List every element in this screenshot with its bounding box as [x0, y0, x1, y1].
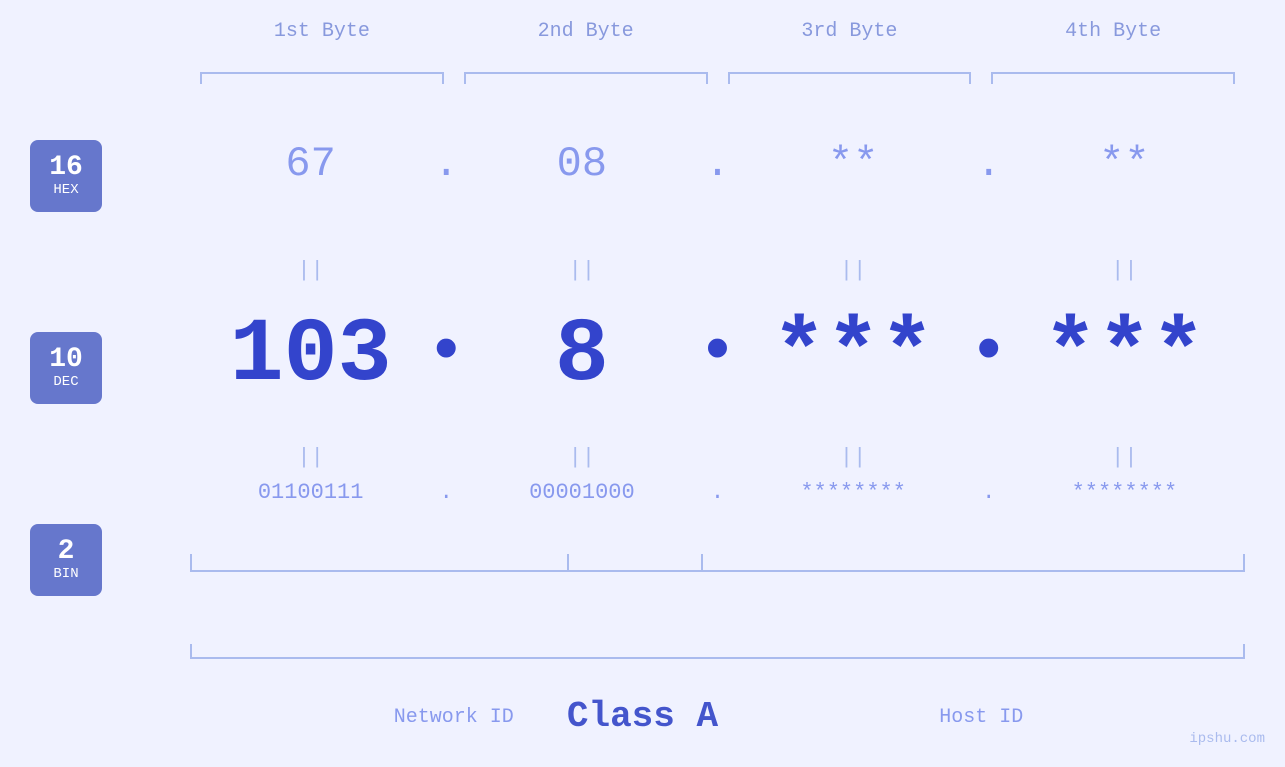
dec-dot-3: • [974, 319, 1004, 394]
bin-dot-3: . [974, 480, 1004, 505]
bracket-b3 [728, 72, 972, 74]
dec-badge-label: DEC [53, 374, 78, 390]
eq2-s1 [431, 445, 461, 470]
bin-badge-label: BIN [53, 566, 78, 582]
bin-val-1: 01100111 [258, 480, 364, 505]
eq1-c4: || [1004, 258, 1245, 283]
hex-cell-2: 08 [461, 140, 702, 188]
eq1-c2: || [461, 258, 702, 283]
dec-cell-3: *** [733, 305, 974, 407]
bracket-b2 [464, 72, 708, 74]
main-container: 1st Byte 2nd Byte 3rd Byte 4th Byte 16 H… [0, 0, 1285, 767]
eq2-s3 [974, 445, 1004, 470]
hex-badge: 16 HEX [30, 140, 102, 212]
eq2-s2 [703, 445, 733, 470]
eq1-s2 [703, 258, 733, 283]
equals-row-1: || || || || [190, 258, 1245, 283]
dec-cell-1: 103 [190, 305, 431, 407]
byte-header-2: 2nd Byte [454, 20, 718, 43]
bin-val-4: ******** [1072, 480, 1178, 505]
eq1-c1: || [190, 258, 431, 283]
bin-val-2: 00001000 [529, 480, 635, 505]
dec-val-2: 8 [555, 305, 609, 407]
hex-cell-4: ** [1004, 140, 1245, 188]
hex-dot-3: . [974, 140, 1004, 188]
hex-badge-number: 16 [49, 154, 83, 182]
eq1-s1 [431, 258, 461, 283]
dec-val-3: *** [772, 305, 934, 407]
byte-header-3: 3rd Byte [718, 20, 982, 43]
eq1-s3 [974, 258, 1004, 283]
bin-badge-number: 2 [58, 538, 75, 566]
byte-header-1: 1st Byte [190, 20, 454, 43]
dec-cell-2: 8 [461, 305, 702, 407]
hex-cell-1: 67 [190, 140, 431, 188]
eq2-c4: || [1004, 445, 1245, 470]
grid-area: 67 . 08 . ** . ** || || [190, 90, 1245, 687]
bracket-b4 [991, 72, 1235, 74]
byte-header-4: 4th Byte [981, 20, 1245, 43]
equals-row-2: || || || || [190, 445, 1245, 470]
bin-val-3: ******** [800, 480, 906, 505]
bottom-bracket-area [190, 552, 1245, 572]
dec-badge-number: 10 [49, 346, 83, 374]
dec-val-1: 103 [230, 305, 392, 407]
bin-cell-2: 00001000 [461, 480, 702, 505]
host-id-bracket [567, 554, 1245, 572]
hex-val-3: ** [828, 140, 878, 188]
bin-cell-4: ******** [1004, 480, 1245, 505]
eq2-c1: || [190, 445, 431, 470]
bin-dot-2: . [703, 480, 733, 505]
dec-val-4: *** [1043, 305, 1205, 407]
eq2-c3: || [733, 445, 974, 470]
bin-row: 01100111 . 00001000 . ******** . *******… [190, 480, 1245, 505]
bin-cell-3: ******** [733, 480, 974, 505]
byte-headers-row: 1st Byte 2nd Byte 3rd Byte 4th Byte [190, 20, 1245, 43]
dec-badge: 10 DEC [30, 332, 102, 404]
top-brackets [190, 72, 1245, 74]
bracket-b1 [200, 72, 444, 74]
hex-val-1: 67 [285, 140, 335, 188]
bin-cell-1: 01100111 [190, 480, 431, 505]
hex-dot-1: . [431, 140, 461, 188]
main-bottom-bracket [190, 657, 1245, 659]
dec-dot-2: • [703, 319, 733, 394]
dec-row: 103 • 8 • *** • *** [190, 305, 1245, 407]
eq2-c2: || [461, 445, 702, 470]
hex-val-2: 08 [557, 140, 607, 188]
eq1-c3: || [733, 258, 974, 283]
bin-dot-1: . [431, 480, 461, 505]
hex-val-4: ** [1099, 140, 1149, 188]
bin-badge: 2 BIN [30, 524, 102, 596]
dec-dot-1: • [431, 319, 461, 394]
hex-badge-label: HEX [53, 182, 78, 198]
hex-dot-2: . [703, 140, 733, 188]
hex-cell-3: ** [733, 140, 974, 188]
hex-row: 67 . 08 . ** . ** [190, 140, 1245, 188]
dec-cell-4: *** [1004, 305, 1245, 407]
base-labels-column: 16 HEX 10 DEC 2 BIN [30, 140, 102, 596]
watermark: ipshu.com [1189, 731, 1265, 747]
class-label: Class A [0, 696, 1285, 737]
